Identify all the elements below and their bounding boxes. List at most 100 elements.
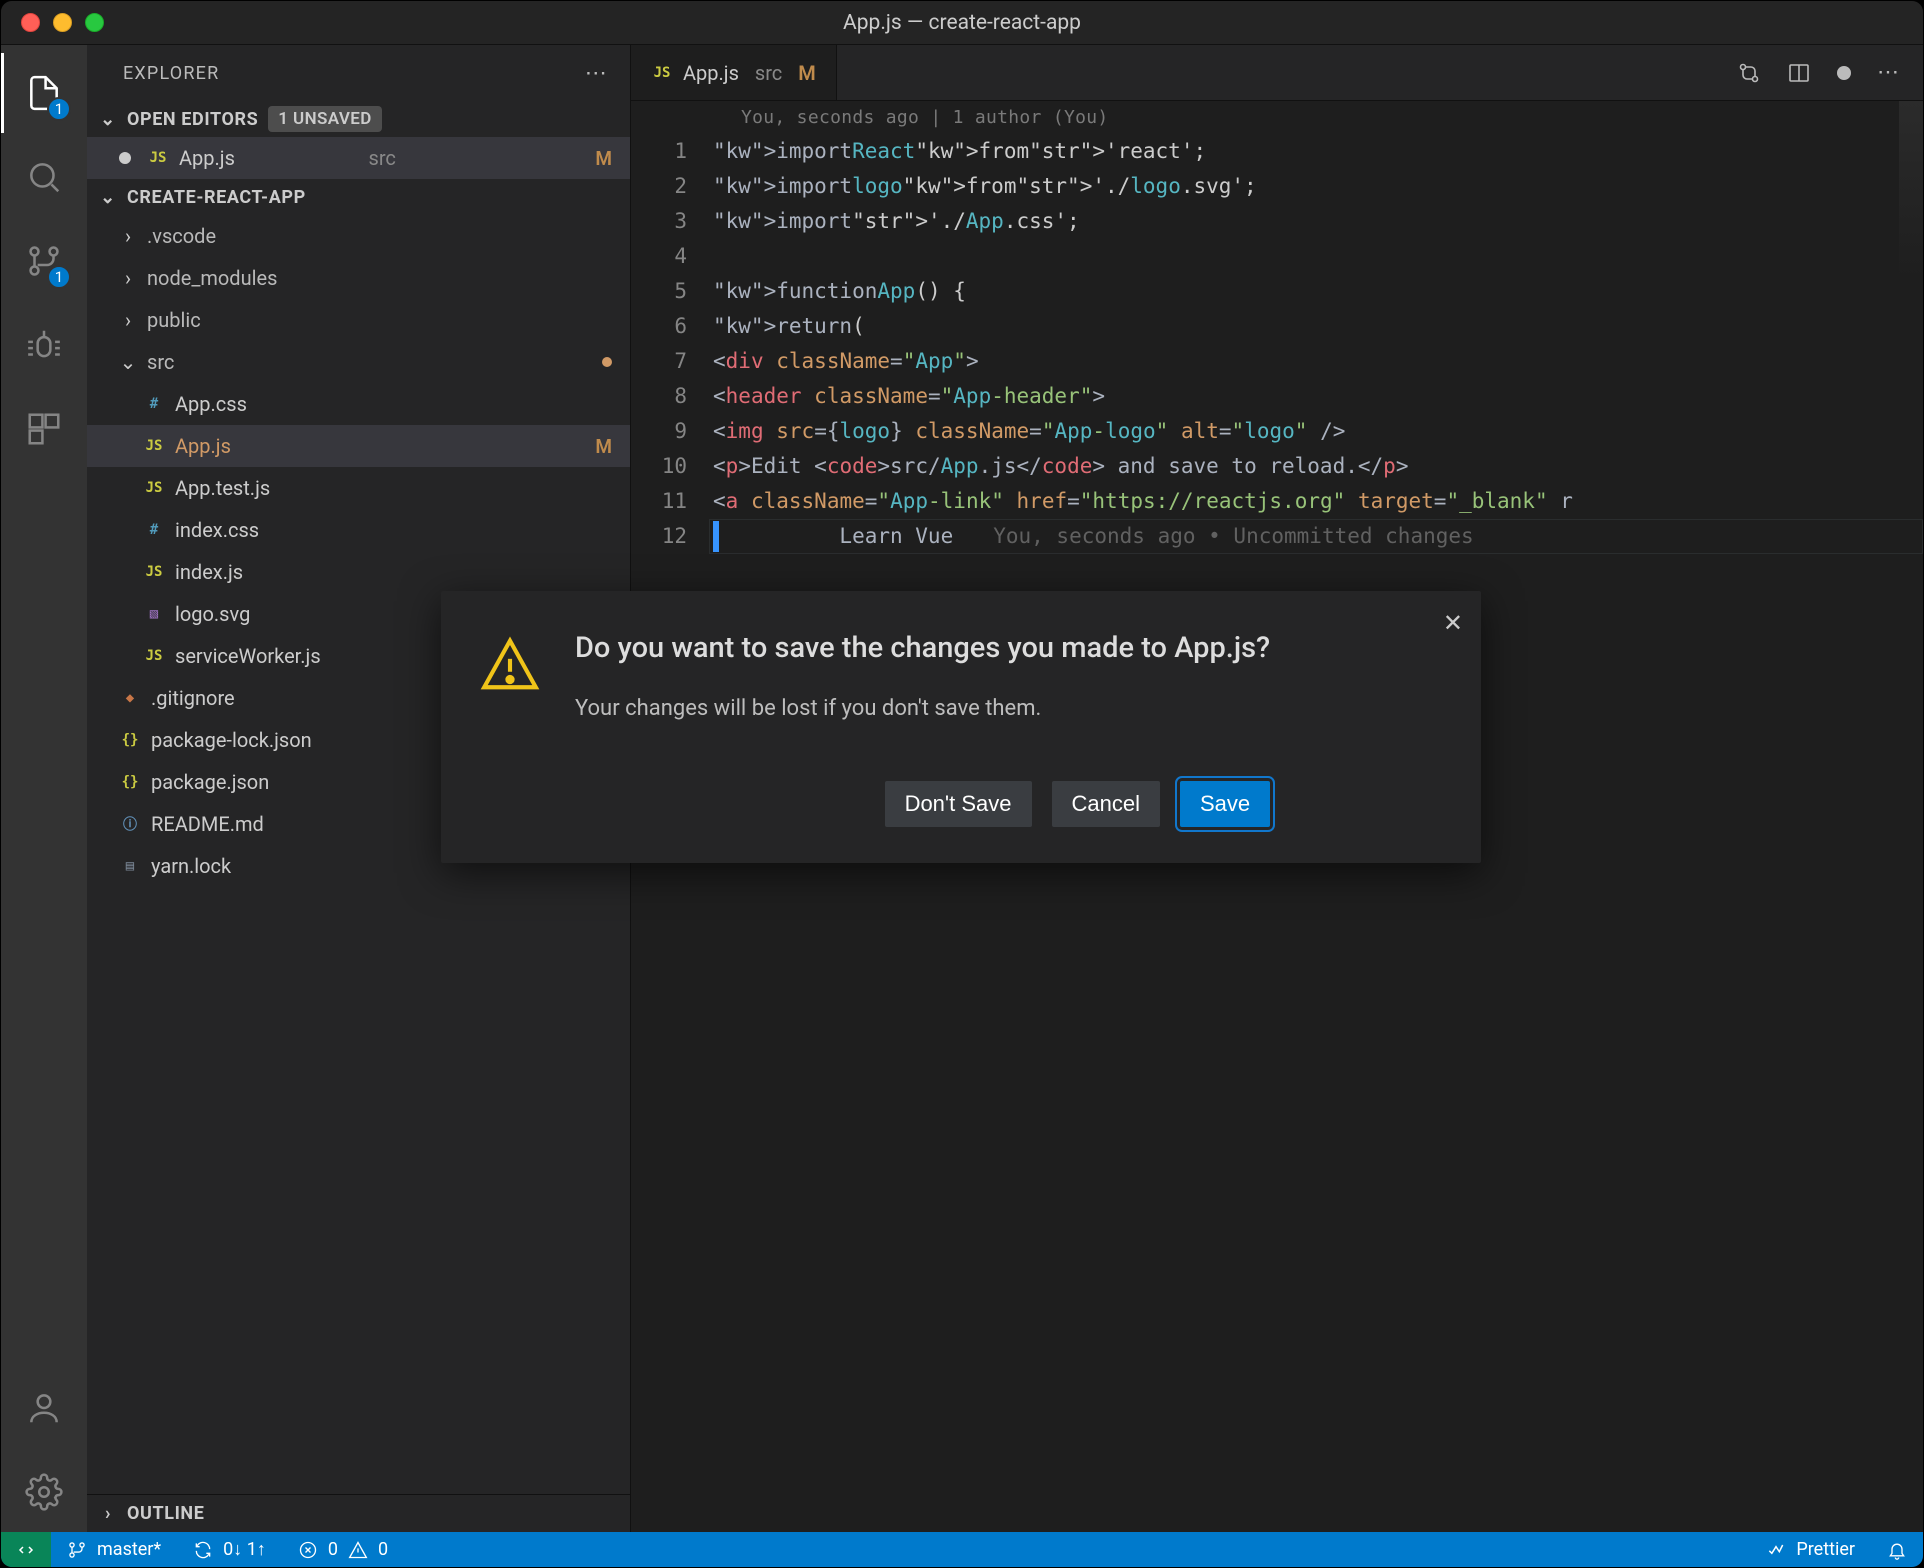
sync-status[interactable]: 0↓ 1↑ — [177, 1532, 282, 1567]
code-line[interactable]: 4 — [653, 239, 1923, 274]
close-icon[interactable]: ✕ — [1443, 609, 1463, 637]
chevron-down-icon: ⌄ — [99, 187, 117, 208]
zoom-window-button[interactable] — [85, 13, 104, 32]
scm-activity[interactable]: 1 — [1, 221, 87, 301]
scm-badge: 1 — [47, 265, 71, 289]
settings-activity[interactable] — [1, 1452, 87, 1532]
sync-label: 0↓ 1↑ — [223, 1539, 266, 1560]
code-line[interactable]: 11 <a className="App-link" href="https:/… — [653, 484, 1923, 519]
window-controls — [1, 13, 104, 32]
dialog-title: Do you want to save the changes you made… — [575, 629, 1270, 668]
lock-icon: ▤ — [119, 858, 141, 874]
file-name: App.js — [179, 146, 359, 170]
close-window-button[interactable] — [21, 13, 40, 32]
tab-app-js[interactable]: JS App.js src M — [631, 45, 837, 100]
minimap[interactable] — [1899, 101, 1923, 401]
folder-item[interactable]: ⌄src — [87, 341, 630, 383]
activity-bar: 1 1 — [1, 45, 87, 1532]
code-line[interactable]: 2"kw">import logo "kw">from "str">'./log… — [653, 169, 1923, 204]
extensions-icon — [25, 410, 63, 448]
file-item[interactable]: JSApp.jsM — [87, 425, 630, 467]
code-line[interactable]: 5"kw">function App() { — [653, 274, 1923, 309]
tab-filename: App.js — [683, 61, 739, 85]
project-header[interactable]: ⌄ CREATE-REACT-APP — [87, 179, 630, 215]
css-icon: # — [143, 396, 165, 412]
code-line[interactable]: 8 <header className="App-header"> — [653, 379, 1923, 414]
save-button[interactable]: Save — [1180, 781, 1270, 827]
sidebar-more-icon[interactable]: ⋯ — [585, 61, 608, 86]
code-line[interactable]: 6 "kw">return ( — [653, 309, 1923, 344]
code-line[interactable]: 7 <div className="App"> — [653, 344, 1923, 379]
file-name: App.js — [175, 434, 585, 458]
search-activity[interactable] — [1, 137, 87, 217]
split-editor-icon[interactable] — [1787, 61, 1811, 85]
dirty-indicator-icon — [1837, 66, 1851, 80]
json-icon: {} — [119, 732, 141, 748]
file-dir: src — [369, 146, 396, 170]
file-item[interactable]: JSindex.js — [87, 551, 630, 593]
prettier-status[interactable]: Prettier — [1750, 1532, 1871, 1567]
editor-actions: ⋯ — [1713, 45, 1923, 100]
folder-item[interactable]: › node_modules — [87, 257, 630, 299]
file-item[interactable]: #index.css — [87, 509, 630, 551]
dirty-dot-icon — [119, 152, 131, 164]
tab-git-status: M — [798, 61, 816, 85]
explorer-badge: 1 — [47, 97, 71, 121]
line-number: 4 — [653, 239, 713, 274]
line-number: 11 — [653, 484, 713, 519]
problems-status[interactable]: 0 0 — [282, 1532, 404, 1567]
folder-name: src — [147, 350, 592, 374]
remote-indicator[interactable] — [1, 1532, 51, 1567]
warning-icon — [479, 633, 541, 695]
explorer-activity[interactable]: 1 — [1, 53, 87, 133]
js-icon: JS — [651, 65, 673, 81]
editor-tabs: JS App.js src M ⋯ — [631, 45, 1923, 101]
open-editor-item[interactable]: JSApp.jssrcM — [87, 137, 630, 179]
branch-status[interactable]: master* — [51, 1532, 177, 1567]
open-editors-header[interactable]: ⌄ OPEN EDITORS 1 UNSAVED — [87, 101, 630, 137]
check-icon — [1766, 1540, 1786, 1560]
outline-header[interactable]: › OUTLINE — [87, 1494, 630, 1532]
file-name: index.css — [175, 518, 612, 542]
code-line[interactable]: 3"kw">import "str">'./App.css'; — [653, 204, 1923, 239]
chevron-right-icon: › — [99, 1503, 117, 1524]
folder-name: public — [147, 308, 612, 332]
file-item[interactable]: #App.css — [87, 383, 630, 425]
cancel-button[interactable]: Cancel — [1052, 781, 1160, 827]
dont-save-button[interactable]: Don't Save — [885, 781, 1032, 827]
line-number: 3 — [653, 204, 713, 239]
branch-label: master* — [97, 1539, 161, 1560]
tab-more-icon[interactable]: ⋯ — [1877, 60, 1899, 85]
chevron-right-icon: › — [119, 224, 137, 248]
code-editor[interactable]: 1"kw">import React "kw">from "str">'reac… — [631, 134, 1923, 554]
line-number: 9 — [653, 414, 713, 449]
open-editors-label: OPEN EDITORS — [127, 109, 258, 130]
project-label: CREATE-REACT-APP — [127, 187, 306, 208]
folder-name: node_modules — [147, 266, 612, 290]
code-line[interactable]: 1"kw">import React "kw">from "str">'reac… — [653, 134, 1923, 169]
debug-activity[interactable] — [1, 305, 87, 385]
git-branch-icon — [67, 1540, 87, 1560]
chevron-right-icon: › — [119, 266, 137, 290]
folder-item[interactable]: › .vscode — [87, 215, 630, 257]
titlebar: App.js — create-react-app — [1, 1, 1923, 45]
extensions-activity[interactable] — [1, 389, 87, 469]
notifications-status[interactable] — [1871, 1532, 1923, 1567]
folder-name: .vscode — [147, 224, 612, 248]
warnings-count: 0 — [378, 1539, 388, 1560]
js-icon: JS — [143, 480, 165, 496]
errors-count: 0 — [328, 1539, 338, 1560]
svg-icon: ▧ — [143, 606, 165, 622]
line-number: 6 — [653, 309, 713, 344]
minimize-window-button[interactable] — [53, 13, 72, 32]
line-number: 2 — [653, 169, 713, 204]
sync-icon — [193, 1540, 213, 1560]
code-line[interactable]: 10 <p>Edit <code>src/App.js</code> and s… — [653, 449, 1923, 484]
git-compare-icon[interactable] — [1737, 61, 1761, 85]
code-line[interactable]: 9 <img src={logo} className="App-logo" a… — [653, 414, 1923, 449]
chevron-down-icon: ⌄ — [99, 109, 117, 130]
account-activity[interactable] — [1, 1368, 87, 1448]
file-item[interactable]: JSApp.test.js — [87, 467, 630, 509]
folder-item[interactable]: ›public — [87, 299, 630, 341]
bell-icon — [1887, 1540, 1907, 1560]
